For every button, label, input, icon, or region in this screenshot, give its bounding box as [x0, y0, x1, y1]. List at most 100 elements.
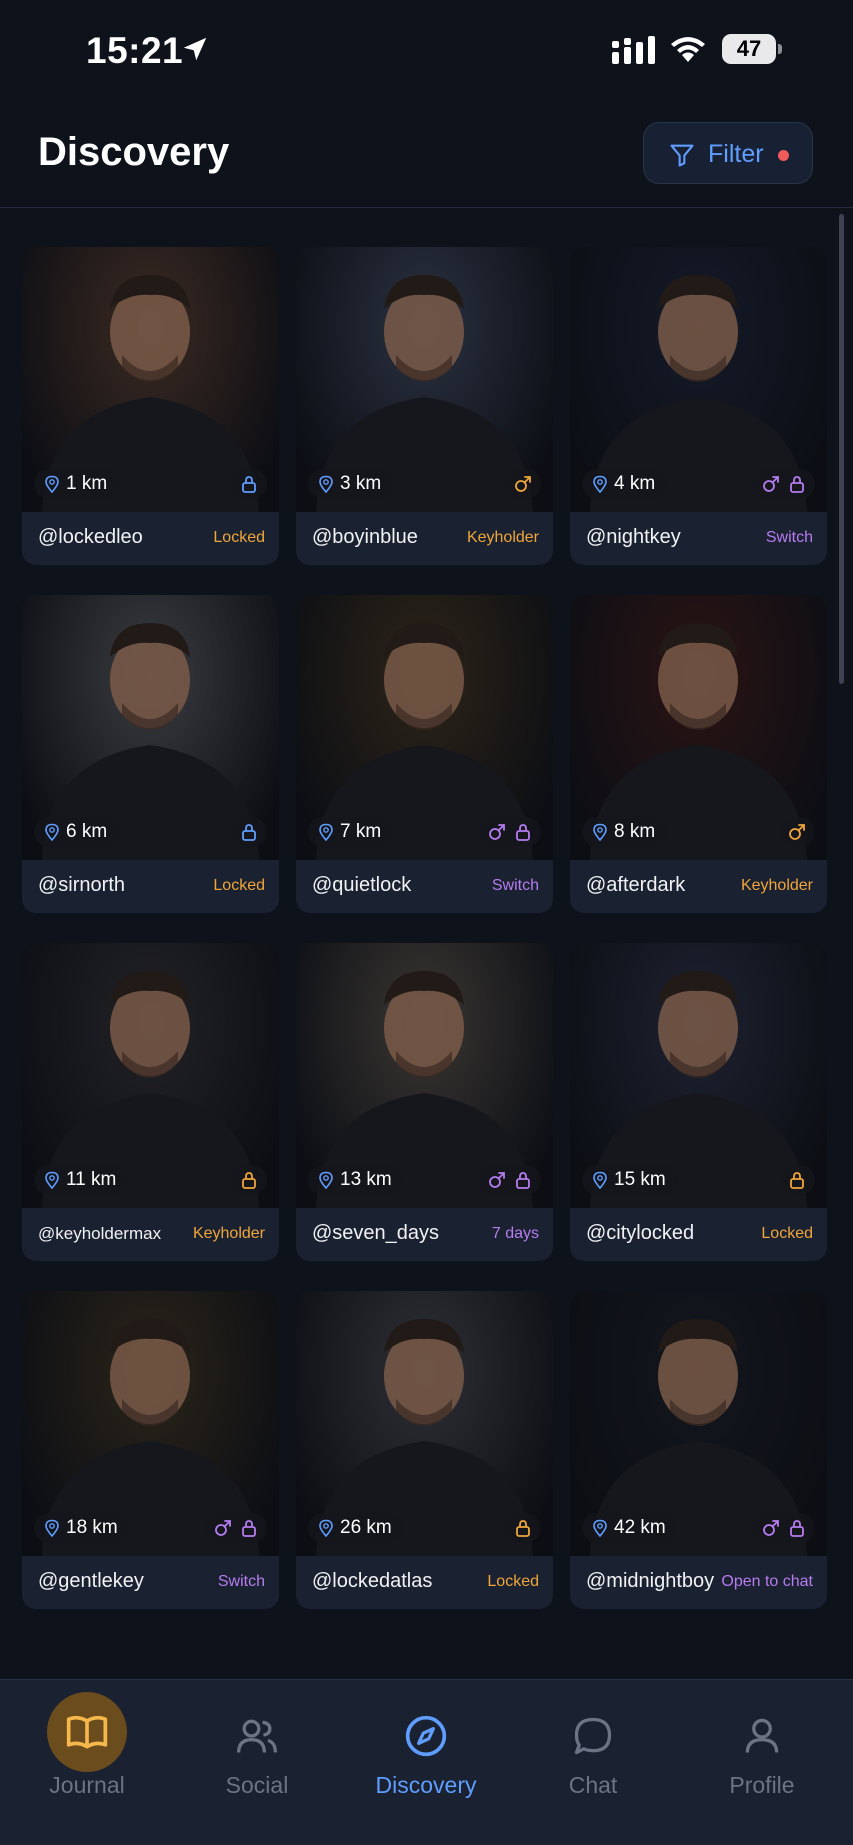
location-pin-icon [593, 1519, 607, 1537]
profile-card[interactable]: 1 km @lockedleo Locked [22, 247, 279, 565]
distance-pill: 18 km [34, 1513, 130, 1543]
username: @gentlekey [38, 1570, 144, 1592]
tab-label: Journal [49, 1772, 125, 1798]
username: @lockedatlas [312, 1570, 433, 1592]
profile-photo: 18 km [22, 1291, 279, 1556]
wifi-icon [671, 37, 705, 62]
username: @afterdark [586, 874, 686, 896]
status-badges [205, 1513, 267, 1543]
role-label: Keyholder [740, 877, 813, 894]
tab-chat[interactable]: Chat [508, 1680, 678, 1800]
male-symbol-icon [489, 1172, 505, 1188]
role-label: Switch [491, 877, 539, 894]
male-symbol-icon [215, 1520, 231, 1536]
tab-journal[interactable]: Journal [2, 1680, 172, 1800]
distance-pill: 11 km [34, 1165, 129, 1195]
card-footer: @lockedleo Locked [22, 512, 279, 565]
distance-text: 1 km [66, 473, 108, 494]
profile-card[interactable]: 42 km @midnightboy Open to chat [570, 1291, 827, 1609]
tab-label: Profile [729, 1772, 795, 1798]
role-label: Keyholder [466, 529, 539, 546]
location-pin-icon [45, 1171, 59, 1189]
tab-social[interactable]: Social [172, 1680, 342, 1800]
location-pin-icon [45, 475, 59, 493]
username: @sirnorth [38, 874, 125, 896]
tab-discovery[interactable]: Discovery [341, 1680, 511, 1800]
status-badges [779, 817, 815, 847]
lock-icon [242, 824, 256, 841]
role-label: Locked [487, 1573, 539, 1590]
chat-bubble-icon [574, 1717, 612, 1755]
distance-text: 13 km [340, 1169, 392, 1190]
distance-text: 8 km [614, 821, 656, 842]
lock-icon [242, 1172, 256, 1189]
distance-pill: 1 km [34, 469, 120, 499]
location-pin-icon [45, 1519, 59, 1537]
status-badges [505, 1513, 541, 1543]
location-pin-icon [319, 1171, 333, 1189]
profile-photo: 13 km [296, 943, 553, 1208]
role-label: Keyholder [192, 1225, 265, 1242]
distance-text: 7 km [340, 821, 382, 842]
scrollbar[interactable] [839, 214, 844, 684]
filter-label: Filter [708, 140, 764, 168]
card-footer: @keyholdermax Keyholder [22, 1208, 279, 1261]
profile-photo: 8 km [570, 595, 827, 860]
lock-icon [790, 1520, 804, 1537]
profile-card[interactable]: 8 km @afterdark Keyholder [570, 595, 827, 913]
tab-bar: Journal Social Discovery Chat Profile [0, 1679, 853, 1845]
profile-card[interactable]: 13 km @seven_days 7 days [296, 943, 553, 1261]
role-label: 7 days [491, 1225, 539, 1242]
profile-card[interactable]: 18 km @gentlekey Switch [22, 1291, 279, 1609]
distance-text: 26 km [340, 1517, 392, 1538]
role-label: Locked [213, 877, 265, 894]
profile-card[interactable]: 4 km @nightkey Switch [570, 247, 827, 565]
card-footer: @nightkey Switch [570, 512, 827, 565]
profile-grid: 1 km @lockedleo Locked 3 km @boyinblue Keyhol… [22, 247, 829, 1609]
card-footer: @afterdark Keyholder [570, 860, 827, 913]
status-badges [231, 1165, 267, 1195]
tab-label: Chat [568, 1772, 618, 1798]
card-footer: @gentlekey Switch [22, 1556, 279, 1609]
username: @seven_days [312, 1222, 440, 1244]
status-time: 15:21 [86, 30, 184, 71]
profile-card[interactable]: 15 km @citylocked Locked [570, 943, 827, 1261]
distance-pill: 8 km [582, 817, 668, 847]
profile-card[interactable]: 3 km @boyinblue Keyholder [296, 247, 553, 565]
status-badges [231, 817, 267, 847]
distance-pill: 26 km [308, 1513, 404, 1543]
profile-photo: 7 km [296, 595, 553, 860]
filter-active-dot [778, 150, 789, 161]
book-icon [66, 1715, 108, 1749]
role-label: Locked [761, 1225, 813, 1242]
distance-pill: 7 km [308, 817, 394, 847]
lock-icon [516, 824, 530, 841]
distance-pill: 3 km [308, 469, 394, 499]
lock-icon [242, 476, 256, 493]
card-footer: @citylocked Locked [570, 1208, 827, 1261]
tab-label: Discovery [375, 1772, 477, 1798]
profile-card[interactable]: 11 km @keyholdermax Keyholder [22, 943, 279, 1261]
profile-card[interactable]: 7 km @quietlock Switch [296, 595, 553, 913]
distance-pill: 13 km [308, 1165, 404, 1195]
location-pin-icon [45, 823, 59, 841]
male-symbol-icon [489, 824, 505, 840]
role-label: Switch [765, 529, 813, 546]
location-arrow-icon [183, 37, 207, 61]
status-badges [479, 817, 541, 847]
username: @lockedleo [38, 526, 143, 548]
male-symbol-icon [763, 476, 779, 492]
role-label: Locked [213, 529, 265, 546]
profile-card[interactable]: 26 km @lockedatlas Locked [296, 1291, 553, 1609]
distance-text: 42 km [614, 1517, 666, 1538]
profile-card[interactable]: 6 km @sirnorth Locked [22, 595, 279, 913]
username: @midnightboy [586, 1570, 715, 1592]
tab-profile[interactable]: Profile [677, 1680, 847, 1800]
profile-photo: 15 km [570, 943, 827, 1208]
profile-photo: 42 km [570, 1291, 827, 1556]
profile-photo: 6 km [22, 595, 279, 860]
role-label: Switch [217, 1573, 265, 1590]
page-title: Discovery [38, 130, 230, 174]
filter-button[interactable]: Filter [643, 122, 813, 184]
location-pin-icon [319, 1519, 333, 1537]
